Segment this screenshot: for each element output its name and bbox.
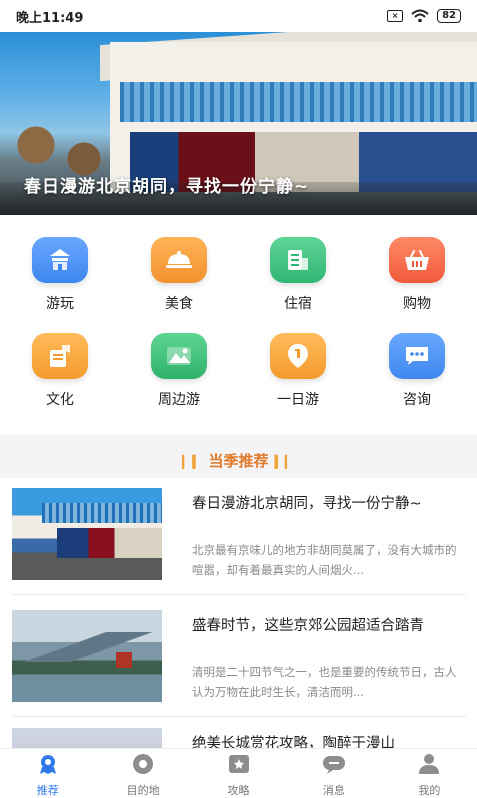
category-grid: 游玩 美食 住宿 购物 文化 周边游 一日游 咨询 bbox=[0, 215, 477, 435]
tab-destination[interactable]: 目的地 bbox=[95, 749, 190, 798]
status-bar: 晚上11:49 × 82 bbox=[0, 0, 477, 32]
destination-icon bbox=[133, 754, 154, 774]
category-label: 美食 bbox=[165, 296, 193, 312]
home-rec-icon bbox=[39, 755, 56, 774]
banner-caption: 春日漫游北京胡同，寻找一份宁静~ bbox=[24, 177, 310, 197]
hotel-icon bbox=[270, 237, 326, 283]
category-label: 购物 bbox=[403, 296, 431, 312]
category-nearby[interactable]: 周边游 bbox=[139, 333, 219, 409]
divider bbox=[12, 716, 466, 717]
article-title: 绝美长城赏花攻略，陶醉于漫山 bbox=[192, 736, 395, 748]
tab-label: 我的 bbox=[418, 784, 441, 797]
tab-label: 目的地 bbox=[126, 784, 160, 797]
guide-icon bbox=[228, 755, 249, 773]
wifi-icon bbox=[411, 9, 429, 23]
category-label: 咨询 bbox=[403, 392, 431, 408]
tab-label: 消息 bbox=[322, 784, 345, 797]
list-item[interactable]: 绝美长城赏花攻略，陶醉于漫山 bbox=[12, 722, 466, 748]
profile-icon bbox=[419, 754, 440, 774]
article-thumbnail bbox=[12, 488, 162, 580]
divider bbox=[12, 594, 466, 595]
section-title-text: 当季推荐 bbox=[208, 452, 269, 470]
category-label: 周边游 bbox=[158, 392, 200, 408]
tab-recommend[interactable]: 推荐 bbox=[0, 749, 95, 798]
category-label: 一日游 bbox=[277, 392, 319, 408]
temple-icon bbox=[32, 237, 88, 283]
tab-label: 攻略 bbox=[227, 784, 250, 797]
article-title: 盛春时节，这些京郊公园超适合踏青 bbox=[192, 618, 424, 634]
article-summary: 北京最有京味儿的地方非胡同莫属了，没有大城市的喧嚣，却有着最真实的人间烟火... bbox=[192, 543, 457, 577]
article-title: 春日漫游北京胡同，寻找一份宁静~ bbox=[192, 496, 422, 512]
culture-icon bbox=[32, 333, 88, 379]
category-label: 游玩 bbox=[46, 296, 74, 312]
status-icons: × 82 bbox=[387, 9, 461, 23]
category-food[interactable]: 美食 bbox=[139, 237, 219, 313]
dish-icon bbox=[151, 237, 207, 283]
hero-banner[interactable]: 春日漫游北京胡同，寻找一份宁静~ bbox=[0, 32, 477, 215]
battery-icon: 82 bbox=[437, 9, 461, 23]
category-consult[interactable]: 咨询 bbox=[377, 333, 457, 409]
article-summary: 清明是二十四节气之一，也是重要的传统节日，古人认为万物在此时生长，清洁而明... bbox=[192, 665, 457, 699]
decor-bars-right: ▍▎ bbox=[274, 455, 295, 469]
category-label: 住宿 bbox=[284, 296, 312, 312]
status-time: 晚上11:49 bbox=[16, 10, 84, 26]
list-item[interactable]: 盛春时节，这些京郊公园超适合踏青 清明是二十四节气之一，也是重要的传统节日，古人… bbox=[12, 600, 466, 702]
decor-bars-left: ▎▍ bbox=[182, 455, 203, 469]
message-icon bbox=[322, 756, 345, 774]
section-title: ▎▍ 当季推荐 ▍▎ bbox=[0, 450, 477, 471]
tab-profile[interactable]: 我的 bbox=[382, 749, 477, 798]
category-culture[interactable]: 文化 bbox=[20, 333, 100, 409]
category-play[interactable]: 游玩 bbox=[20, 237, 100, 313]
article-thumbnail bbox=[12, 610, 162, 702]
basket-icon bbox=[389, 237, 445, 283]
category-shopping[interactable]: 购物 bbox=[377, 237, 457, 313]
list-item[interactable]: 春日漫游北京胡同，寻找一份宁静~ 北京最有京味儿的地方非胡同莫属了，没有大城市的… bbox=[12, 478, 466, 580]
article-thumbnail bbox=[12, 728, 162, 748]
tab-messages[interactable]: 消息 bbox=[286, 749, 381, 798]
tab-label: 推荐 bbox=[36, 784, 59, 797]
location-icon bbox=[270, 333, 326, 379]
category-day-trip[interactable]: 一日游 bbox=[258, 333, 338, 409]
bottom-tab-bar: 推荐 目的地 攻略 消息 我的 bbox=[0, 748, 477, 798]
category-label: 文化 bbox=[46, 392, 74, 408]
category-hotel[interactable]: 住宿 bbox=[258, 237, 338, 313]
banner-image-balcony bbox=[120, 82, 477, 122]
landscape-icon bbox=[151, 333, 207, 379]
sim-icon: × bbox=[387, 10, 404, 22]
tab-guide[interactable]: 攻略 bbox=[191, 749, 286, 798]
article-list: 春日漫游北京胡同，寻找一份宁静~ 北京最有京味儿的地方非胡同莫属了，没有大城市的… bbox=[0, 478, 477, 748]
chat-icon bbox=[389, 333, 445, 379]
